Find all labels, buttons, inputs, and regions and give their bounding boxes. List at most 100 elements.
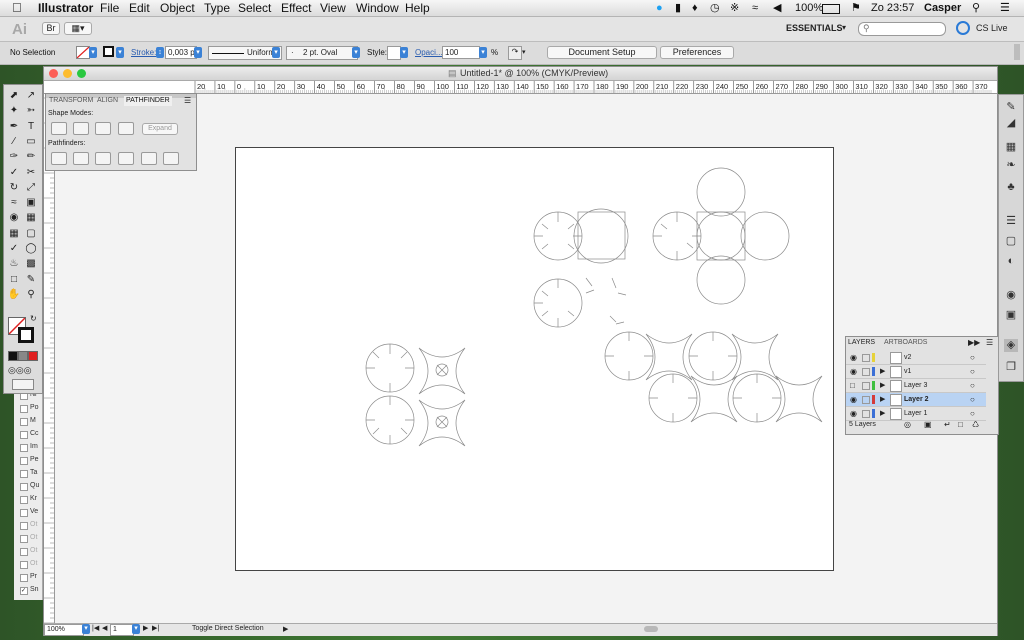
- trim-button[interactable]: [73, 152, 89, 165]
- fill-swatch[interactable]: [76, 46, 90, 59]
- dropbox-icon[interactable]: ♦: [692, 1, 698, 15]
- checkbox[interactable]: [20, 457, 28, 465]
- target-icon[interactable]: ○: [970, 351, 975, 364]
- menu-type[interactable]: Type: [204, 1, 230, 15]
- bookmark-icon[interactable]: ▮: [675, 1, 681, 15]
- rectangle-tool-icon[interactable]: ▭: [24, 135, 38, 148]
- paintbrush-tool-icon[interactable]: ✑: [7, 150, 21, 163]
- collapse-icon[interactable]: ▶▶: [968, 338, 980, 347]
- outline-button[interactable]: [141, 152, 157, 165]
- gradient-icon[interactable]: ▢: [1004, 235, 1018, 248]
- layer-row[interactable]: ◉ v2 ○: [846, 351, 986, 365]
- star-shape[interactable]: [690, 375, 738, 423]
- clipping-mask-icon[interactable]: ▣: [924, 420, 932, 429]
- menu-file[interactable]: File: [100, 1, 119, 15]
- minimize-button[interactable]: [63, 69, 72, 78]
- chevron-down-icon[interactable]: ▾: [842, 23, 846, 32]
- wifi-icon[interactable]: ≈: [752, 1, 758, 15]
- graphic-style-swatch[interactable]: [387, 46, 401, 60]
- stroke-icon[interactable]: ☰: [1004, 215, 1018, 228]
- artboards-icon[interactable]: ❐: [1004, 361, 1018, 374]
- layers-icon[interactable]: ◈: [1004, 339, 1018, 352]
- zoom-tool-icon[interactable]: ⚲: [24, 288, 38, 301]
- menu-edit[interactable]: Edit: [129, 1, 150, 15]
- swatches-icon[interactable]: ▦: [1004, 141, 1018, 154]
- checkbox[interactable]: [20, 535, 28, 543]
- symbols-icon[interactable]: ♣: [1004, 181, 1018, 194]
- clock[interactable]: Zo 23:57: [871, 1, 914, 15]
- none-mode-icon[interactable]: [28, 351, 38, 361]
- expand-layer-icon[interactable]: ▶: [880, 365, 885, 378]
- pencil-tool-icon[interactable]: ✏: [24, 150, 38, 163]
- tab-layers[interactable]: LAYERS: [848, 339, 875, 346]
- time-machine-icon[interactable]: ◷: [710, 1, 720, 15]
- visibility-icon[interactable]: □: [850, 379, 855, 392]
- horizontal-ruler[interactable]: 20 10 0 10 20 30 40 50 60 70 80 90 100 110 120 130 140 15…: [194, 81, 997, 94]
- artboard[interactable]: [235, 147, 834, 571]
- free-transform-tool-icon[interactable]: ▣: [24, 196, 38, 209]
- menu-window[interactable]: Window: [356, 1, 399, 15]
- tab-transform[interactable]: TRANSFORM: [49, 96, 93, 106]
- notifications-icon[interactable]: ☰: [1000, 1, 1010, 15]
- mesh-tool-icon[interactable]: ▦: [7, 227, 21, 240]
- menu-select[interactable]: Select: [238, 1, 271, 15]
- new-layer-icon[interactable]: □: [958, 420, 963, 429]
- checkbox[interactable]: [20, 418, 28, 426]
- menu-app-name[interactable]: Illustrator: [38, 1, 93, 15]
- next-artboard-icon[interactable]: ▶: [143, 624, 148, 632]
- magic-wand-tool-icon[interactable]: ✦: [7, 104, 21, 117]
- fill-dropdown[interactable]: ▾: [89, 47, 97, 58]
- stroke-weight-field[interactable]: 0,003 p: [165, 46, 197, 59]
- brushes-icon[interactable]: ❧: [1004, 159, 1018, 172]
- apple-icon[interactable]: : [12, 1, 22, 15]
- status-menu-arrow[interactable]: ▶: [283, 625, 288, 633]
- panel-menu-icon[interactable]: ☰: [184, 96, 191, 105]
- first-artboard-icon[interactable]: |◀: [92, 624, 99, 632]
- search-input[interactable]: ⚲: [858, 22, 946, 36]
- layer-name[interactable]: Layer 1: [904, 407, 927, 420]
- recolor-artwork-icon[interactable]: ↷: [508, 46, 522, 60]
- menu-view[interactable]: View: [320, 1, 346, 15]
- opacity-label[interactable]: Opaci...: [415, 48, 443, 58]
- perspective-grid-tool-icon[interactable]: ▦: [24, 211, 38, 224]
- rotate-tool-icon[interactable]: ↻: [7, 181, 21, 194]
- delete-layer-icon[interactable]: ♺: [972, 420, 979, 429]
- brush-dropdown[interactable]: ▾: [352, 47, 360, 58]
- document-setup-button[interactable]: Document Setup: [547, 46, 657, 59]
- artboard-tool-icon[interactable]: □: [7, 273, 21, 286]
- drawing-modes-icon[interactable]: ◎◎◎: [8, 365, 32, 376]
- minus-back-button[interactable]: [163, 152, 179, 165]
- artwork[interactable]: [236, 148, 833, 570]
- eyedropper-tool-icon[interactable]: ✓: [7, 242, 21, 255]
- checkbox[interactable]: [20, 470, 28, 478]
- layer-name[interactable]: v2: [904, 351, 911, 364]
- checkbox[interactable]: [20, 522, 28, 530]
- vertical-ruler[interactable]: [44, 94, 55, 624]
- checkbox[interactable]: [20, 509, 28, 517]
- profile-dropdown[interactable]: ▾: [272, 47, 280, 58]
- gear-shape[interactable]: [533, 211, 583, 261]
- crop-button[interactable]: [118, 152, 134, 165]
- transparency-icon[interactable]: ◐: [1004, 255, 1018, 268]
- target-icon[interactable]: ○: [970, 407, 975, 420]
- menu-effect[interactable]: Effect: [281, 1, 311, 15]
- tab-artboards[interactable]: ARTBOARDS: [884, 339, 927, 346]
- checkbox[interactable]: [20, 483, 28, 491]
- menu-object[interactable]: Object: [160, 1, 195, 15]
- layer-name[interactable]: Layer 3: [904, 379, 927, 392]
- zoom-field[interactable]: 100%: [44, 624, 84, 636]
- type-tool-icon[interactable]: T: [24, 120, 38, 133]
- tab-pathfinder[interactable]: PATHFINDER: [124, 96, 172, 106]
- new-sublayer-icon[interactable]: ↵: [944, 420, 951, 429]
- cs-live-icon[interactable]: [956, 21, 970, 35]
- slice-tool-icon[interactable]: ✎: [24, 273, 38, 286]
- circle-cross-shape[interactable]: [696, 167, 790, 305]
- target-icon[interactable]: ○: [970, 379, 975, 392]
- layer-name[interactable]: v1: [904, 365, 911, 378]
- layer-row[interactable]: ◉ ▶ Layer 1 ○: [846, 407, 986, 421]
- selection-tool-icon[interactable]: ⬈: [7, 89, 21, 102]
- fragment-lines[interactable]: [585, 277, 627, 325]
- stroke-stepper[interactable]: ↕: [156, 47, 164, 58]
- color-guide-icon[interactable]: ◢: [1004, 117, 1018, 130]
- gear-shape[interactable]: [365, 343, 415, 393]
